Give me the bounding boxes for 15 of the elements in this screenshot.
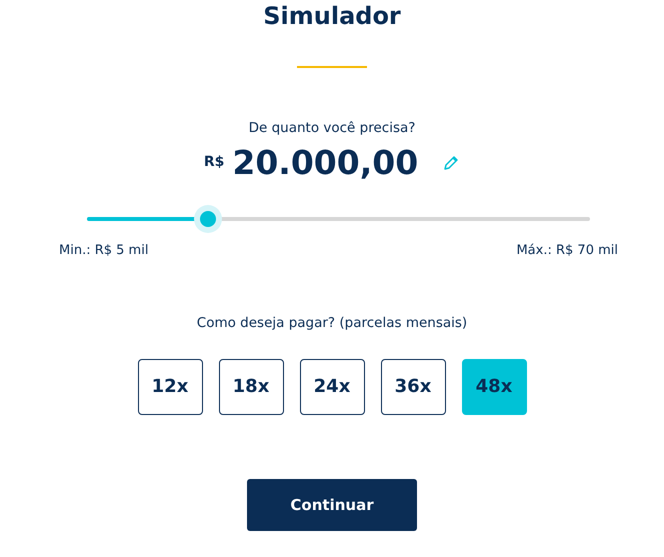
min-label: Min.: R$ 5 mil bbox=[59, 242, 148, 260]
max-label: Máx.: R$ 70 mil bbox=[516, 242, 618, 260]
installment-option[interactable]: 18x bbox=[218, 358, 284, 415]
installment-option[interactable]: 48x bbox=[462, 358, 526, 415]
edit-icon[interactable] bbox=[442, 154, 460, 172]
installment-option[interactable]: 36x bbox=[380, 358, 446, 415]
slider-thumb[interactable] bbox=[194, 205, 222, 234]
installments-question: Como deseja pagar? (parcelas mensais) bbox=[196, 314, 468, 333]
continue-button[interactable]: Continuar bbox=[247, 478, 417, 531]
currency-label: R$ bbox=[204, 153, 224, 172]
installment-option[interactable]: 24x bbox=[300, 358, 364, 415]
amount-question: De quanto você precisa? bbox=[248, 118, 416, 138]
installment-option[interactable]: 12x bbox=[138, 358, 202, 415]
page-title: Simulador bbox=[262, 1, 402, 31]
amount-value: 20.000,00 bbox=[232, 146, 418, 180]
